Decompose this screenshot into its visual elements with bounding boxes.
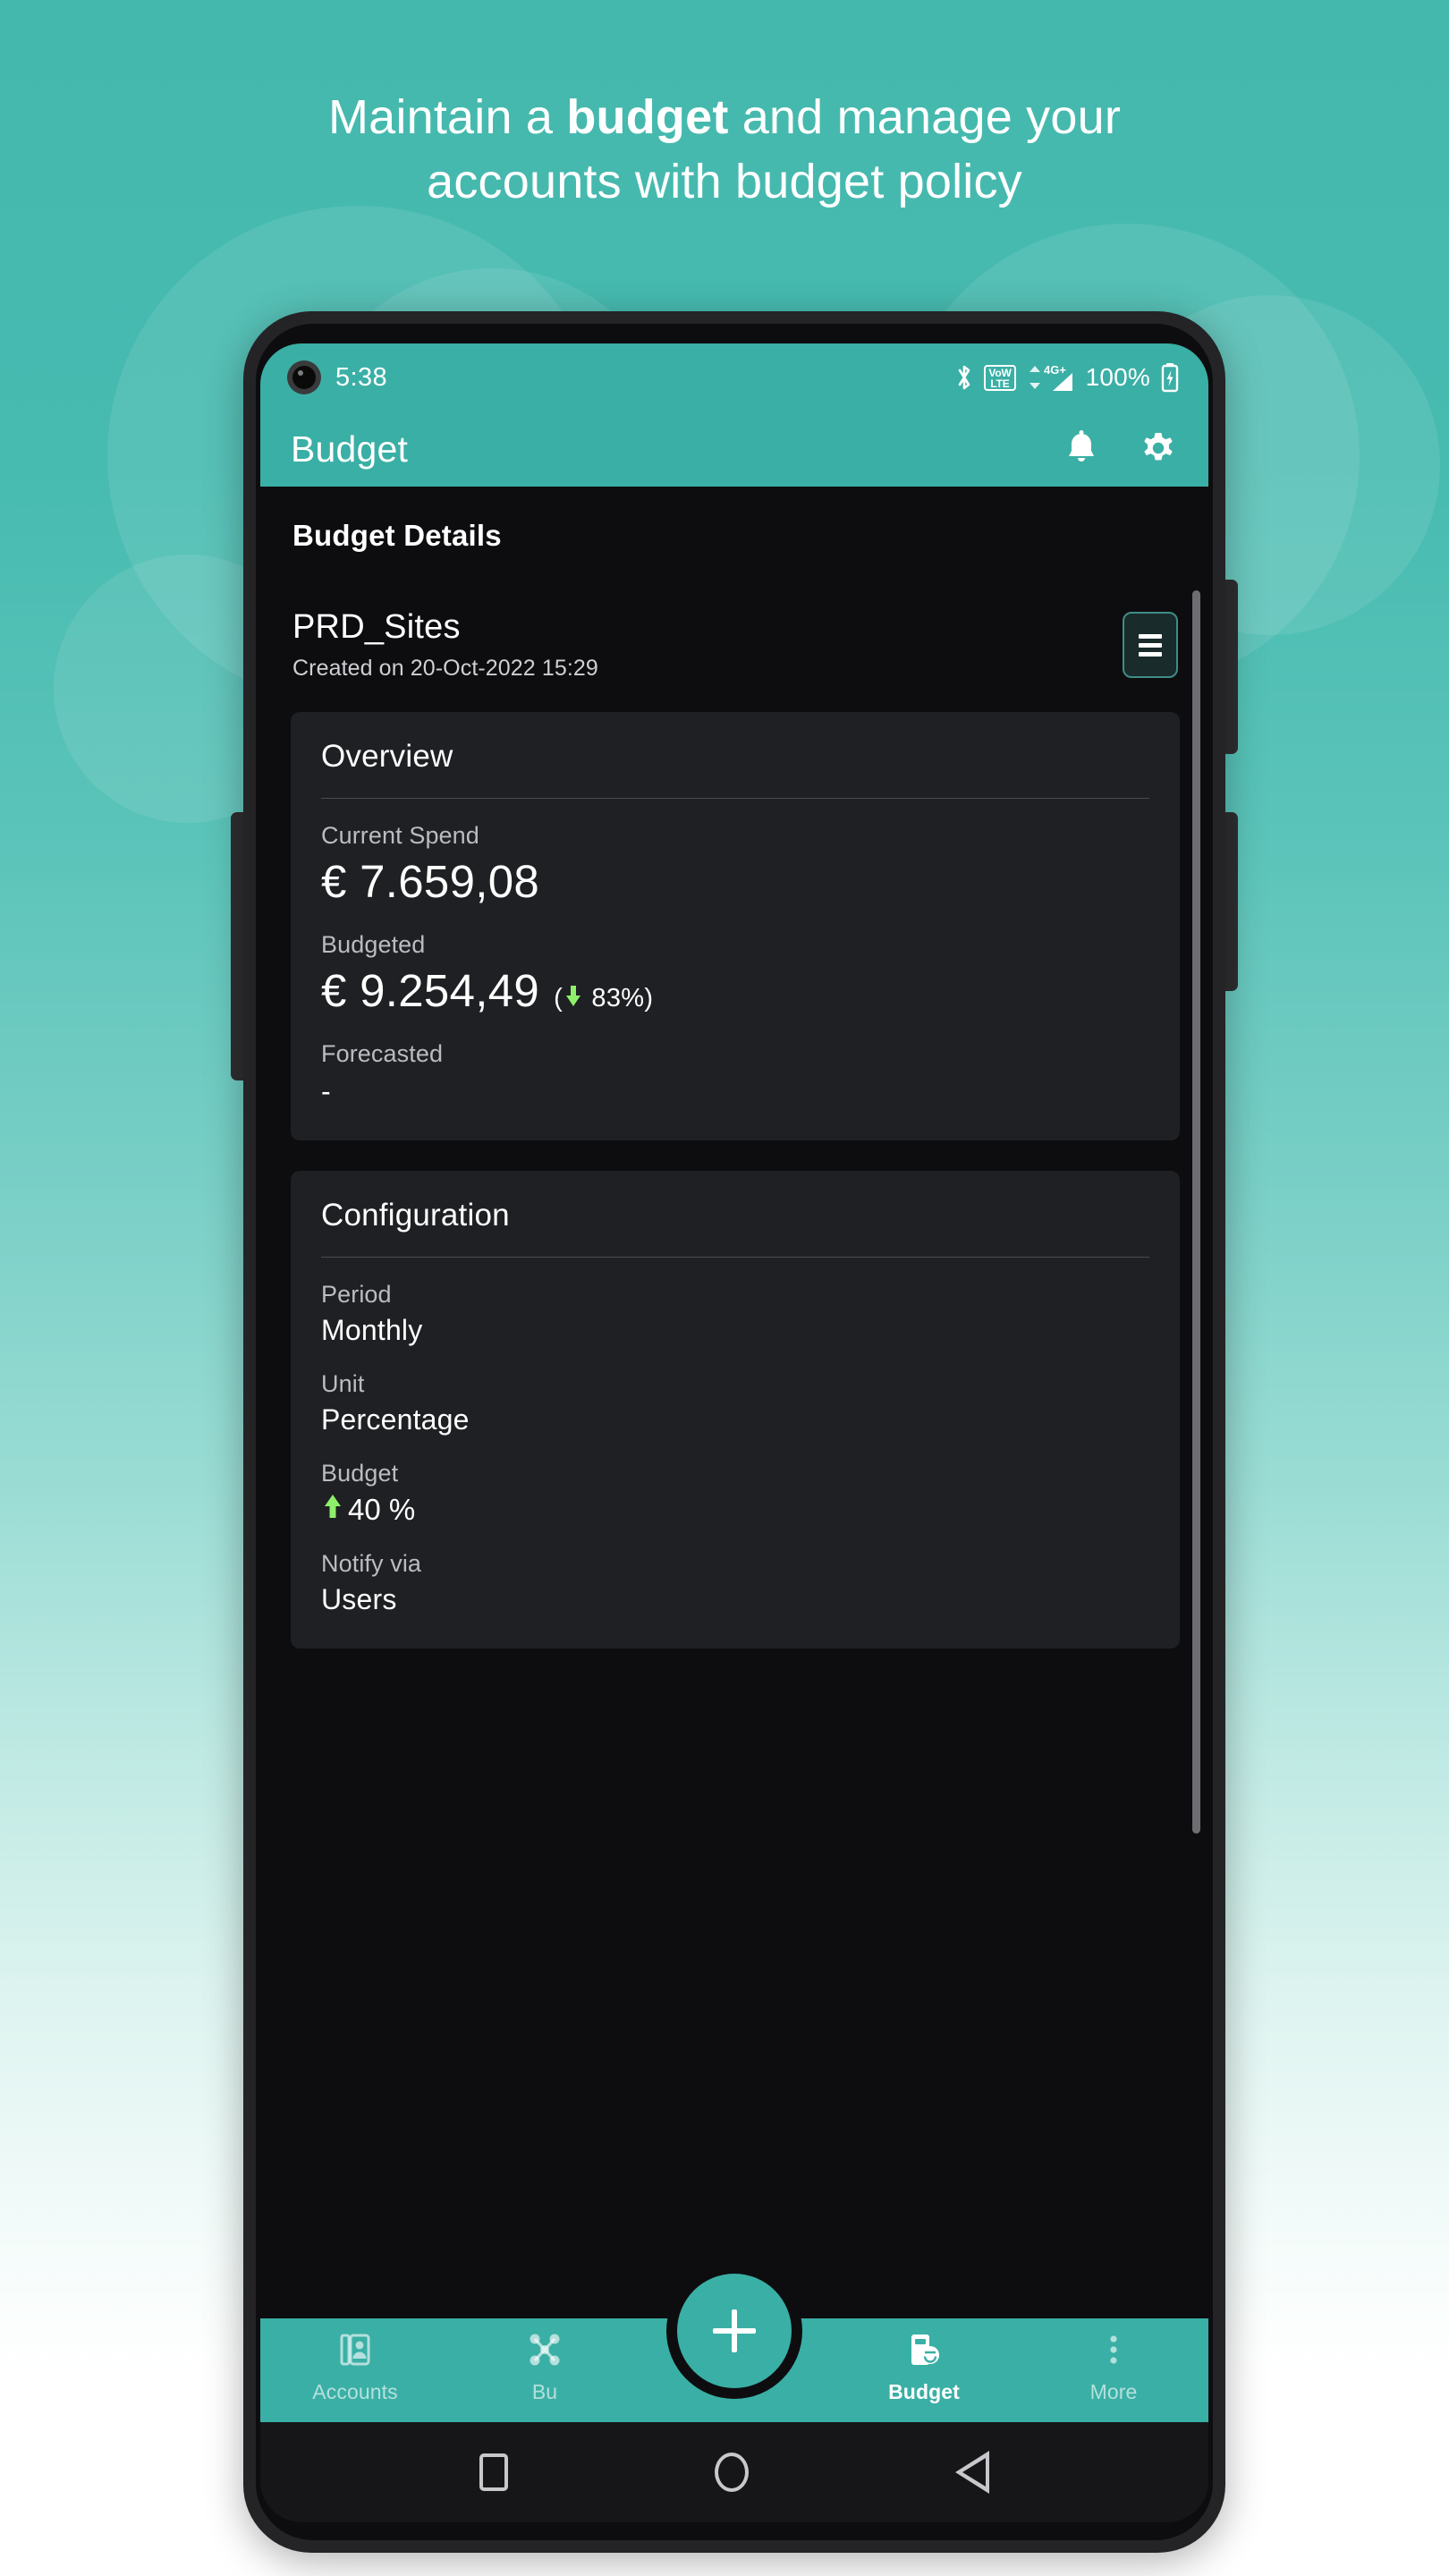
back-triangle-icon[interactable] <box>954 2451 989 2494</box>
phone-mockup: 5:38 VoW LTE 4G+ 100% Budget Budget Deta… <box>231 311 1238 2553</box>
nav-item-more[interactable]: More <box>1019 2331 1208 2404</box>
promo-headline-pre: Maintain a <box>327 90 567 144</box>
budget-header: PRD_Sites Created on 20-Oct-2022 15:29 <box>260 580 1208 682</box>
scrollbar[interactable] <box>1192 590 1200 1843</box>
amount-value: € 7.659,08 <box>321 856 540 907</box>
divider <box>321 798 1149 799</box>
field-budget-threshold: Budget 40 % <box>321 1460 1149 1527</box>
field-amount: € 9.254,49 ( 83%) <box>321 964 1149 1017</box>
field-value-row: 40 % <box>321 1493 1149 1527</box>
accounts-card-icon <box>336 2331 374 2373</box>
field-value: 40 % <box>348 1493 416 1526</box>
field-value: Users <box>321 1583 397 1615</box>
budget-header-text: PRD_Sites Created on 20-Oct-2022 15:29 <box>292 608 598 682</box>
android-system-nav <box>260 2422 1208 2522</box>
field-current-spend: Current Spend € 7.659,08 <box>321 822 1149 908</box>
budget-created-date: Created on 20-Oct-2022 15:29 <box>292 656 598 681</box>
network-nodes-icon <box>526 2331 564 2373</box>
app-bar: Budget <box>260 411 1208 487</box>
nav-item-accounts[interactable]: Accounts <box>260 2331 450 2404</box>
more-vertical-dots-icon <box>1095 2331 1132 2373</box>
volte-icon: VoW LTE <box>984 364 1016 391</box>
field-label: Period <box>321 1281 392 1308</box>
svg-text:4G+: 4G+ <box>1044 363 1066 377</box>
app-content: Budget Details PRD_Sites Created on 20-O… <box>260 487 1208 2522</box>
bluetooth-icon <box>954 363 974 392</box>
settings-gear-icon[interactable] <box>1139 429 1178 469</box>
camera-hole-icon <box>287 360 321 394</box>
field-notify-via: Notify via Users <box>321 1550 1149 1616</box>
field-label: Unit <box>321 1370 365 1397</box>
overview-card: Overview Current Spend € 7.659,08 Budget… <box>291 712 1180 1140</box>
field-label: Budgeted <box>321 931 426 958</box>
promo-headline-post: and manage your <box>728 90 1121 144</box>
delta-value: 83% <box>591 984 645 1013</box>
configuration-card-title: Configuration <box>321 1198 510 1233</box>
status-bar: 5:38 VoW LTE 4G+ 100% <box>260 343 1208 411</box>
battery-charging-icon <box>1160 362 1180 393</box>
notifications-bell-icon[interactable] <box>1063 429 1099 469</box>
field-label: Budget <box>321 1460 399 1487</box>
home-circle-icon[interactable] <box>714 2453 749 2492</box>
field-amount: € 7.659,08 <box>321 855 1149 908</box>
budget-name: PRD_Sites <box>292 608 461 646</box>
status-bar-indicators: VoW LTE 4G+ 100% <box>954 362 1180 393</box>
field-forecasted: Forecasted - <box>321 1040 1149 1108</box>
field-value: Percentage <box>321 1403 470 1436</box>
promo-headline-line2: accounts with budget policy <box>427 154 1022 208</box>
status-bar-time: 5:38 <box>335 362 388 392</box>
nav-label: Bu <box>531 2380 558 2403</box>
promo-headline-line1: Maintain a budget and manage your <box>0 86 1449 150</box>
phone-screen: 5:38 VoW LTE 4G+ 100% Budget Budget Deta… <box>260 343 1208 2522</box>
nav-item-budget[interactable]: Budget <box>829 2331 1019 2404</box>
bottom-nav-wrapper: Accounts Bu Budget More <box>260 2263 1208 2422</box>
scroll-area[interactable]: PRD_Sites Created on 20-Oct-2022 15:29 O… <box>260 580 1208 2315</box>
divider <box>321 1257 1149 1258</box>
promo-page: Maintain a budget and manage your accoun… <box>0 0 1449 2576</box>
field-budgeted: Budgeted € 9.254,49 ( 83%) <box>321 931 1149 1017</box>
field-value: Monthly <box>321 1314 423 1346</box>
arrow-up-icon <box>323 1493 343 1527</box>
hamburger-lines <box>1139 633 1162 657</box>
delta-badge: ( 83%) <box>554 984 654 1014</box>
configuration-card: Configuration Period Monthly Unit Percen… <box>291 1171 1180 1648</box>
nav-item-bu[interactable]: Bu <box>450 2331 640 2404</box>
phone-bezel: 5:38 VoW LTE 4G+ 100% Budget Budget Deta… <box>256 324 1213 2540</box>
nav-label: Budget <box>888 2380 960 2403</box>
budget-calculator-icon <box>905 2331 943 2373</box>
field-period: Period Monthly <box>321 1281 1149 1347</box>
add-fab-button[interactable] <box>677 2274 792 2388</box>
app-bar-actions <box>1063 429 1178 469</box>
volte-bottom-text: LTE <box>990 377 1010 390</box>
signal-4gplus-icon: 4G+ <box>1026 362 1076 393</box>
field-value: - <box>321 1075 331 1107</box>
scrollbar-thumb[interactable] <box>1192 590 1200 1834</box>
app-bar-title: Budget <box>291 428 409 470</box>
nav-label: Accounts <box>312 2380 398 2403</box>
overflow-menu-icon[interactable] <box>1123 612 1178 678</box>
promo-headline: Maintain a budget and manage your accoun… <box>0 86 1449 215</box>
amount-value: € 9.254,49 <box>321 965 540 1016</box>
arrow-down-icon <box>564 984 582 1014</box>
field-label: Notify via <box>321 1550 422 1577</box>
field-unit: Unit Percentage <box>321 1370 1149 1436</box>
battery-percent-label: 100% <box>1085 363 1150 391</box>
phone-body: 5:38 VoW LTE 4G+ 100% Budget Budget Deta… <box>243 311 1225 2553</box>
field-label: Forecasted <box>321 1040 444 1067</box>
nav-label: More <box>1089 2380 1138 2403</box>
promo-headline-emphasis: budget <box>566 90 729 144</box>
field-label: Current Spend <box>321 822 479 849</box>
page-title: Budget Details <box>292 519 502 552</box>
overview-card-title: Overview <box>321 739 453 774</box>
recents-square-icon[interactable] <box>479 2453 509 2491</box>
